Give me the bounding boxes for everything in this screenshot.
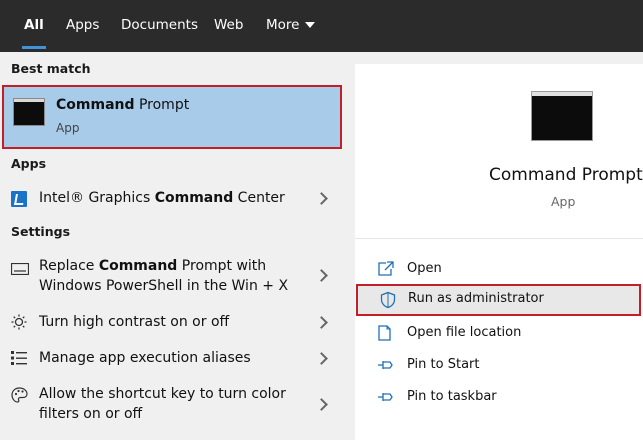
setting-high-contrast[interactable]: Turn high contrast on or off <box>0 312 342 336</box>
action-open[interactable]: Open <box>355 254 643 286</box>
pin-icon <box>377 389 395 405</box>
list-item-label: Allow the shortcut key to turn color filt… <box>39 386 286 422</box>
results-pane: Best match Command Prompt App Apps Intel… <box>0 52 342 440</box>
setting-replace-command-prompt[interactable]: Replace Command Prompt with Windows Power… <box>0 256 342 296</box>
pin-icon <box>377 357 395 373</box>
settings-header: Settings <box>11 224 71 239</box>
action-label: Open <box>407 261 442 276</box>
keyboard-icon <box>10 262 30 279</box>
tab-apps[interactable]: Apps <box>66 0 99 52</box>
details-title: Command Prompt <box>489 165 643 185</box>
action-label: Run as administrator <box>408 291 544 306</box>
tab-web[interactable]: Web <box>214 0 243 52</box>
tab-documents[interactable]: Documents <box>121 0 198 52</box>
action-label: Pin to Start <box>407 357 480 372</box>
best-match-subtitle: App <box>56 121 80 135</box>
app-intel-graphics-command-center[interactable]: Intel® Graphics Command Center <box>0 186 342 210</box>
action-pin-to-start[interactable]: Pin to Start <box>355 350 643 382</box>
chevron-right-icon <box>315 398 328 411</box>
chevron-right-icon <box>315 352 328 365</box>
best-match-command-prompt[interactable]: Command Prompt App <box>2 85 342 149</box>
chevron-right-icon <box>315 269 328 282</box>
tab-all[interactable]: All <box>22 0 46 52</box>
action-pin-to-taskbar[interactable]: Pin to taskbar <box>355 382 643 414</box>
open-icon <box>377 261 395 277</box>
list-item-label: Replace Command Prompt with Windows Power… <box>39 258 289 294</box>
tab-more[interactable]: More <box>266 0 316 52</box>
divider <box>355 238 643 239</box>
setting-app-execution-aliases[interactable]: Manage app execution aliases <box>0 348 342 372</box>
action-label: Pin to taskbar <box>407 389 497 404</box>
search-scope-tabs: All Apps Documents Web More <box>0 0 643 52</box>
action-open-file-location[interactable]: Open file location <box>355 318 643 350</box>
brightness-icon <box>11 314 27 334</box>
details-subtitle: App <box>551 194 576 209</box>
list-item-label: Turn high contrast on or off <box>39 314 230 330</box>
caret-down-icon <box>305 22 316 28</box>
chevron-right-icon <box>315 192 328 205</box>
command-prompt-icon <box>13 98 45 126</box>
action-run-as-administrator[interactable]: Run as administrator <box>356 284 641 316</box>
best-match-header: Best match <box>11 61 91 76</box>
list-item-label: Manage app execution aliases <box>39 350 251 366</box>
file-location-icon <box>377 325 395 341</box>
shield-icon <box>379 291 397 309</box>
action-label: Open file location <box>407 325 522 340</box>
best-match-title: Command Prompt <box>56 97 190 113</box>
setting-color-filters-shortcut[interactable]: Allow the shortcut key to turn color filt… <box>0 384 342 428</box>
intel-graphics-icon <box>11 191 27 207</box>
details-pane: Command Prompt App Open Run as administr… <box>355 64 643 440</box>
command-prompt-large-icon <box>531 91 593 141</box>
tab-more-label: More <box>266 17 300 33</box>
list-item-label: Intel® Graphics Command Center <box>39 190 285 206</box>
list-icon <box>11 350 27 370</box>
chevron-right-icon <box>315 316 328 329</box>
apps-header: Apps <box>11 156 47 171</box>
color-palette-icon <box>11 387 28 407</box>
